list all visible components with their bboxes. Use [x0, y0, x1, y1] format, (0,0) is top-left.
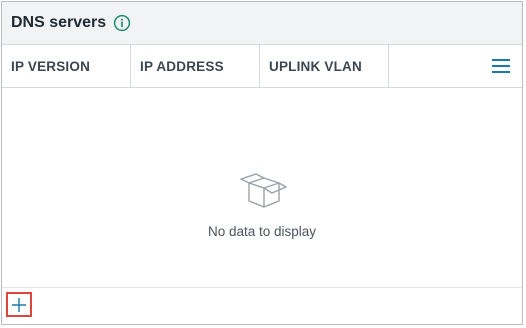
panel-footer	[2, 287, 522, 324]
dns-servers-panel: DNS servers IP VERSION IP ADDRESS UPLINK…	[1, 1, 523, 325]
empty-box-icon	[240, 173, 287, 208]
column-header-ip-address[interactable]: IP ADDRESS	[131, 45, 260, 87]
add-button[interactable]	[6, 292, 32, 317]
panel-title: DNS servers	[11, 14, 107, 31]
panel-header: DNS servers	[2, 2, 522, 44]
info-icon[interactable]	[113, 14, 131, 32]
column-header-ip-version[interactable]: IP VERSION	[2, 45, 131, 87]
empty-state-message: No data to display	[207, 224, 317, 239]
column-menu-cell	[389, 45, 522, 87]
plus-icon	[12, 297, 26, 312]
hamburger-menu-icon[interactable]	[492, 59, 510, 73]
column-header-uplink-vlan[interactable]: UPLINK VLAN	[260, 45, 389, 87]
table-header-row: IP VERSION IP ADDRESS UPLINK VLAN	[2, 44, 522, 88]
table-body: No data to display	[2, 87, 522, 288]
